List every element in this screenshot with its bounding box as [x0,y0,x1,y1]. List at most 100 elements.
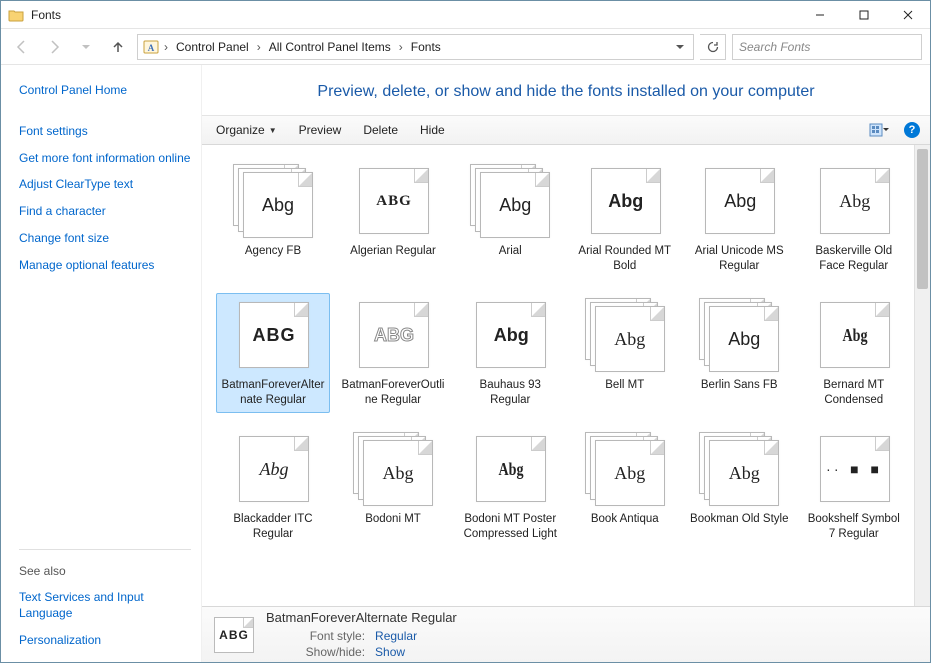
breadcrumb[interactable]: Control Panel [172,40,253,54]
font-label: Baskerville Old Face Regular [805,244,904,274]
close-button[interactable] [886,1,930,29]
font-item[interactable]: AbgBell MT [571,293,680,413]
details-showhide-value: Show [375,645,457,659]
scrollbar[interactable] [914,145,930,606]
font-item[interactable]: AbgArial Rounded MT Bold [571,159,680,279]
forward-button[interactable] [41,34,67,60]
font-thumbnail: Abg [585,164,665,238]
page-heading: Preview, delete, or show and hide the fo… [202,65,930,115]
font-thumbnail: Abg [470,432,550,506]
font-thumbnail: ABG [353,164,433,238]
sidebar-home-link[interactable]: Control Panel Home [19,79,191,102]
delete-button[interactable]: Delete [359,121,402,139]
font-item[interactable]: AbgBodoni MT Poster Compressed Light [456,427,565,547]
font-item[interactable]: ABG BatmanForeverOutline Regular [336,293,450,413]
font-item[interactable]: ABGAlgerian Regular [336,159,450,279]
recent-dropdown[interactable] [73,34,99,60]
font-sample: ABG [376,194,412,209]
sidebar-link[interactable]: Adjust ClearType text [19,173,191,196]
font-label: Bodoni MT [365,512,421,527]
font-item[interactable]: AbgBookman Old Style [685,427,794,547]
chevron-down-icon: ▼ [269,126,277,135]
font-item[interactable]: Abg Bernard MT Condensed [800,293,909,413]
font-label: Agency FB [245,244,301,259]
font-label: Bernard MT Condensed [805,378,904,408]
font-thumbnail: Abg [585,432,665,506]
font-item[interactable]: ∙∙ ■ ■ Bookshelf Symbol 7 Regular [800,427,909,547]
window-title: Fonts [31,8,61,22]
breadcrumb[interactable]: Fonts [407,40,445,54]
sidebar-seealso-link[interactable]: Personalization [19,629,191,652]
up-button[interactable] [105,34,131,60]
main-pane: Preview, delete, or show and hide the fo… [201,65,930,662]
details-font-name: BatmanForeverAlternate Regular [266,610,457,625]
sidebar-link[interactable]: Font settings [19,120,191,143]
search-input[interactable] [739,40,915,54]
font-grid: AbgAgency FBABGAlgerian RegularAbgArialA… [202,145,914,606]
help-button[interactable]: ? [904,122,920,138]
font-item[interactable]: Abg Blackadder ITC Regular [216,427,330,547]
chevron-right-icon[interactable]: › [255,40,263,54]
sidebar-seealso-link[interactable]: Text Services and Input Language [19,586,191,626]
font-label: BatmanForeverOutline Regular [341,378,445,408]
address-bar[interactable]: A › Control Panel › All Control Panel It… [137,34,694,60]
breadcrumb[interactable]: All Control Panel Items [265,40,395,54]
details-thumb-sample: ABG [219,628,249,642]
folder-icon [7,6,25,24]
fonts-location-icon: A [142,38,160,56]
font-thumbnail: Abg [585,298,665,372]
font-label: Arial Unicode MS Regular [690,244,789,274]
font-thumbnail: ∙∙ ■ ■ [814,432,894,506]
font-sample: Abg [842,326,867,344]
scrollbar-thumb[interactable] [917,149,928,289]
details-fontstyle-value: Regular [375,629,457,643]
chevron-right-icon[interactable]: › [397,40,405,54]
organize-label: Organize [216,123,265,137]
titlebar: Fonts [1,1,930,29]
sidebar-link[interactable]: Change font size [19,227,191,250]
font-label: Berlin Sans FB [701,378,778,393]
back-button[interactable] [9,34,35,60]
font-sample: Abg [499,196,531,214]
font-label: Arial [499,244,522,259]
details-showhide-label: Show/hide: [266,645,365,659]
view-options-button[interactable] [868,121,890,139]
font-thumbnail: Abg [233,432,313,506]
font-item[interactable]: AbgArial Unicode MS Regular [685,159,794,279]
font-item[interactable]: Abg Agency FB [216,159,330,279]
preview-button[interactable]: Preview [295,121,346,139]
hide-button[interactable]: Hide [416,121,449,139]
chevron-right-icon[interactable]: › [162,40,170,54]
font-item[interactable]: AbgBaskerville Old Face Regular [800,159,909,279]
font-item[interactable]: AbgBodoni MT [336,427,450,547]
sidebar-link[interactable]: Find a character [19,200,191,223]
font-thumbnail: Abg [814,298,894,372]
font-item[interactable]: AbgBauhaus 93 Regular [456,293,565,413]
font-item[interactable]: AbgBook Antiqua [571,427,680,547]
font-thumbnail: Abg [699,298,779,372]
sidebar-link[interactable]: Manage optional features [19,254,191,277]
font-label: Blackadder ITC Regular [221,512,325,542]
minimize-button[interactable] [798,1,842,29]
font-thumbnail: ABG [233,298,313,372]
font-thumbnail: ABG [353,298,433,372]
font-sample: ABG [374,326,414,344]
font-label: Bookshelf Symbol 7 Regular [805,512,904,542]
font-sample: Abg [262,196,294,214]
font-item[interactable]: ABGBatmanForeverAlternate Regular [216,293,330,413]
address-history-dropdown[interactable] [671,42,689,52]
search-box[interactable] [732,34,922,60]
organize-menu[interactable]: Organize ▼ [212,121,281,139]
sidebar: Control Panel Home Font settings Get mor… [1,65,201,662]
font-item[interactable]: Abg Berlin Sans FB [685,293,794,413]
details-thumbnail: ABG [214,617,254,653]
font-thumbnail: Abg [233,164,313,238]
refresh-button[interactable] [700,34,726,60]
font-item[interactable]: Abg Arial [456,159,565,279]
sidebar-link[interactable]: Get more font information online [19,147,191,170]
font-label: Bauhaus 93 Regular [461,378,560,408]
command-bar: Organize ▼ Preview Delete Hide ? [202,115,930,145]
maximize-button[interactable] [842,1,886,29]
address-bar-row: A › Control Panel › All Control Panel It… [1,29,930,65]
font-label: Bookman Old Style [690,512,788,527]
